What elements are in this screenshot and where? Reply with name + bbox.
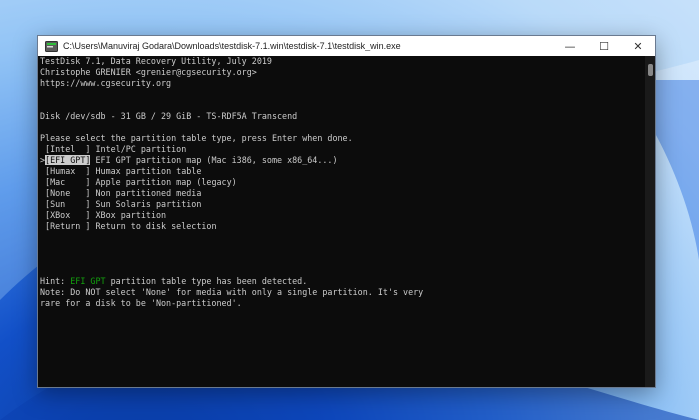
minimize-button[interactable]: —	[553, 36, 587, 56]
option-key: [Sun ]	[45, 199, 91, 209]
maximize-button[interactable]: ☐	[587, 36, 621, 56]
option-desc: EFI GPT partition map (Mac i386, some x8…	[90, 155, 338, 165]
testdisk-window: C:\Users\Manuviraj Godara\Downloads\test…	[37, 35, 656, 388]
option-key: [Humax ]	[45, 166, 91, 176]
option-desc: Return to disk selection	[90, 221, 217, 231]
scrollbar-thumb[interactable]	[648, 64, 653, 76]
hint-highlight: EFI GPT	[70, 276, 106, 286]
disk-info: Disk /dev/sdb - 31 GB / 29 GiB - TS-RDF5…	[40, 111, 298, 121]
menu-option-xbox[interactable]: [XBox ] XBox partition	[40, 210, 645, 221]
header-line: TestDisk 7.1, Data Recovery Utility, Jul…	[40, 56, 272, 66]
option-key: [Mac ]	[45, 177, 91, 187]
app-icon	[44, 39, 58, 53]
option-desc: XBox partition	[90, 210, 167, 220]
title-bar[interactable]: C:\Users\Manuviraj Godara\Downloads\test…	[38, 36, 655, 56]
option-key: [Intel ]	[45, 144, 91, 154]
hint-suffix: partition table type has been detected.	[105, 276, 308, 286]
menu-option-humax[interactable]: [Humax ] Humax partition table	[40, 166, 645, 177]
option-desc: Apple partition map (legacy)	[90, 177, 237, 187]
menu-option-mac[interactable]: [Mac ] Apple partition map (legacy)	[40, 177, 645, 188]
menu-option-intel[interactable]: [Intel ] Intel/PC partition	[40, 144, 645, 155]
option-desc: Non partitioned media	[90, 188, 202, 198]
vertical-scrollbar[interactable]	[645, 56, 655, 387]
option-desc: Humax partition table	[90, 166, 202, 176]
option-key-selected: [EFI GPT]	[45, 155, 91, 165]
menu-option-sun[interactable]: [Sun ] Sun Solaris partition	[40, 199, 645, 210]
header-line: Christophe GRENIER <grenier@cgsecurity.o…	[40, 67, 257, 77]
note-line: Note: Do NOT select 'None' for media wit…	[40, 287, 424, 297]
option-key: [Return ]	[45, 221, 91, 231]
hint-line: Hint: EFI GPT partition table type has b…	[40, 276, 645, 287]
menu-option-efi-gpt[interactable]: >[EFI GPT] EFI GPT partition map (Mac i3…	[40, 155, 645, 166]
window-title: C:\Users\Manuviraj Godara\Downloads\test…	[63, 41, 401, 51]
option-key: [None ]	[45, 188, 91, 198]
hint-prefix: Hint:	[40, 276, 71, 286]
prompt-text: Please select the partition table type, …	[40, 133, 353, 143]
menu-option-return[interactable]: [Return ] Return to disk selection	[40, 221, 645, 232]
option-desc: Intel/PC partition	[90, 144, 187, 154]
close-button[interactable]: ✕	[621, 36, 655, 56]
option-key: [XBox ]	[45, 210, 91, 220]
option-desc: Sun Solaris partition	[90, 199, 202, 209]
note-line: rare for a disk to be 'Non-partitioned'.	[40, 298, 242, 308]
console-output[interactable]: TestDisk 7.1, Data Recovery Utility, Jul…	[38, 56, 645, 387]
menu-option-none[interactable]: [None ] Non partitioned media	[40, 188, 645, 199]
header-line: https://www.cgsecurity.org	[40, 78, 172, 88]
